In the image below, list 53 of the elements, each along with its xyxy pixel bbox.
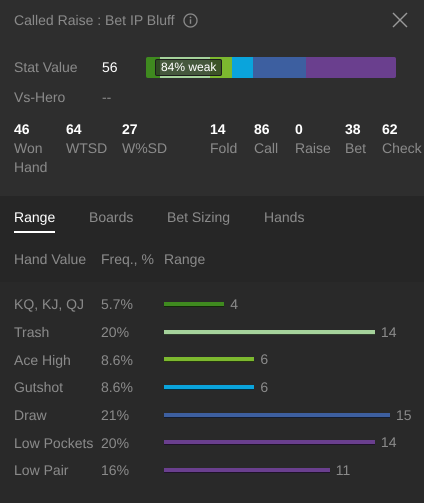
panel-title: Called Raise : Bet IP Bluff xyxy=(14,10,175,30)
stat-number: 62 xyxy=(382,120,399,139)
stat-number: 46 xyxy=(14,120,31,139)
stat-value: 56 xyxy=(102,58,119,76)
info-icon[interactable] xyxy=(182,12,198,28)
range-count: 11 xyxy=(336,460,350,480)
stat-number: 64 xyxy=(66,120,83,139)
frequency: 16% xyxy=(101,461,130,480)
strength-badge: 84% weak xyxy=(155,58,222,76)
frequency: 8.6% xyxy=(101,378,134,398)
hand-value: Ace High xyxy=(14,350,72,370)
stat-name: Check xyxy=(382,139,423,158)
stat-number: 86 xyxy=(254,120,271,139)
range-count: 6 xyxy=(260,378,268,397)
frequency: 20% xyxy=(101,434,130,453)
stat-name: Raise xyxy=(295,139,332,158)
frequency: 8.6% xyxy=(101,350,134,370)
stat-name: W%SD xyxy=(122,139,166,158)
hand-value: KQ, KJ, QJ xyxy=(14,295,86,314)
range-count: 14 xyxy=(380,322,396,342)
stat-label: Stat Value xyxy=(14,58,79,76)
range-count: 4 xyxy=(230,294,238,314)
tab[interactable]: Bet Sizing xyxy=(167,205,264,234)
frequency: 21% xyxy=(101,406,130,426)
vs-hero-value: -- xyxy=(102,88,112,106)
tab[interactable]: Hands xyxy=(264,205,344,234)
stat-number: 0 xyxy=(295,120,304,139)
tab[interactable]: Range xyxy=(14,205,89,234)
hand-value: Draw xyxy=(14,406,48,426)
frequency: 20% xyxy=(101,323,130,342)
hand-value: Gutshot xyxy=(14,378,64,398)
column-header: Range xyxy=(164,250,206,269)
stat-number: 38 xyxy=(345,120,362,139)
stat-name: Fold xyxy=(210,139,238,158)
range-count: 15 xyxy=(396,406,412,425)
vs-hero-label: Vs-Hero xyxy=(14,88,66,106)
hand-value: Trash xyxy=(14,323,50,342)
stat-name: WTSD xyxy=(66,139,108,158)
frequency: 5.7% xyxy=(101,295,134,314)
stat-number: 27 xyxy=(122,120,139,139)
tab[interactable]: Boards xyxy=(89,205,167,234)
bar-segment xyxy=(356,56,396,78)
column-header: Hand Value xyxy=(14,250,88,269)
hand-value: Low Pair xyxy=(14,461,70,480)
bar-segment xyxy=(306,56,356,78)
range-count: 6 xyxy=(260,350,268,370)
close-icon[interactable] xyxy=(392,12,408,28)
hand-value: Low Pockets xyxy=(14,434,94,453)
stat-number: 14 xyxy=(210,120,227,139)
stat-name: Call xyxy=(254,139,280,158)
stat-name: Won Hand xyxy=(14,139,48,177)
column-header: Freq., % xyxy=(101,250,155,269)
range-count: 14 xyxy=(380,433,396,452)
